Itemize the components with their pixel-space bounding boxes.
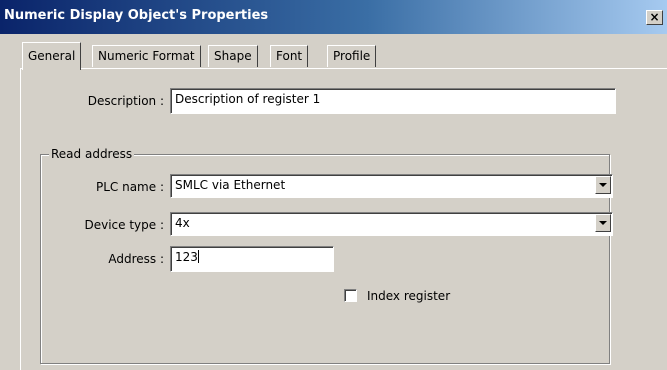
title-bar[interactable]: Numeric Display Object's Properties × <box>0 0 667 34</box>
dialog-title: Numeric Display Object's Properties <box>4 8 269 23</box>
tab-numeric-format[interactable]: Numeric Format <box>92 45 201 67</box>
tab-general[interactable]: General <box>22 42 82 70</box>
tab-label: General <box>28 49 76 63</box>
tab-shape[interactable]: Shape <box>208 45 258 67</box>
properties-dialog: Numeric Display Object's Properties × Ge… <box>0 0 667 370</box>
tab-label: Shape <box>214 49 252 63</box>
tab-label: Numeric Format <box>98 49 195 63</box>
tab-label: Font <box>276 49 303 63</box>
tab-font[interactable]: Font <box>270 45 309 67</box>
tab-panel-general <box>20 68 667 370</box>
tab-profile[interactable]: Profile <box>327 45 377 67</box>
tab-label: Profile <box>333 49 371 63</box>
close-button[interactable]: × <box>646 10 663 25</box>
close-icon: × <box>649 10 660 24</box>
